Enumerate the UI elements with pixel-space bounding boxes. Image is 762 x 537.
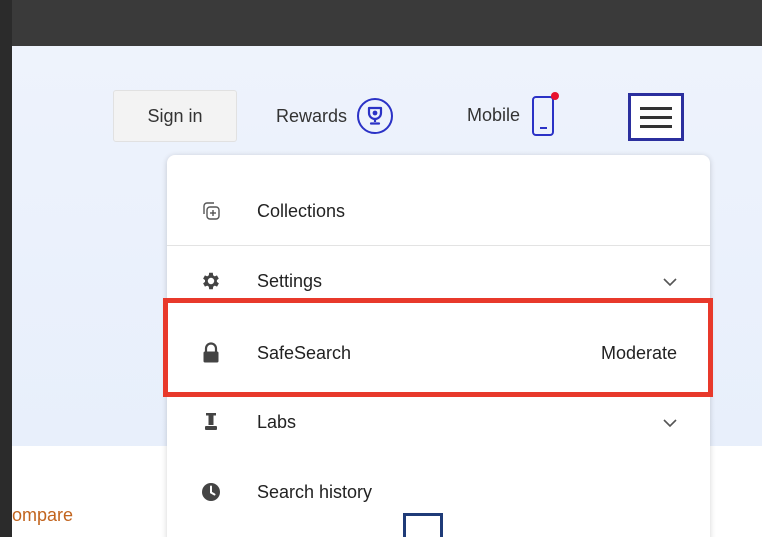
window-top-bar (0, 0, 762, 46)
menu-item-labs[interactable]: Labs (167, 388, 710, 456)
menu-line (640, 115, 672, 119)
hamburger-menu-button[interactable] (628, 93, 684, 141)
chevron-down-icon[interactable] (663, 271, 677, 292)
menu-item-label: Search history (257, 481, 373, 502)
collections-icon (199, 199, 223, 223)
rewards-label: Rewards (276, 105, 348, 126)
trophy-icon (357, 98, 394, 134)
menu-item-label: Settings (257, 270, 323, 291)
flask-icon (199, 410, 223, 434)
rewards-button[interactable]: Rewards (276, 93, 394, 139)
screen: Sign in Rewards Mobile Collections Setti… (0, 0, 762, 537)
safesearch-highlight-box (163, 298, 713, 397)
menu-item-collections[interactable]: Collections (167, 177, 710, 245)
chevron-down-icon[interactable] (663, 412, 677, 433)
notification-dot (551, 92, 560, 100)
mobile-button[interactable]: Mobile (467, 90, 560, 140)
sign-in-button[interactable]: Sign in (113, 90, 237, 142)
window-left-border (0, 0, 12, 537)
checkbox[interactable] (403, 513, 443, 537)
clock-icon (199, 480, 223, 504)
sign-in-label: Sign in (147, 105, 203, 126)
menu-line (640, 124, 672, 128)
phone-icon (532, 92, 560, 138)
mobile-label: Mobile (467, 104, 521, 125)
menu-item-label: Labs (257, 411, 297, 432)
menu-line (640, 106, 672, 110)
compare-link[interactable]: ompare (12, 505, 73, 526)
menu-divider (167, 245, 710, 246)
gear-icon (199, 269, 223, 293)
menu-item-label: Collections (257, 200, 346, 221)
